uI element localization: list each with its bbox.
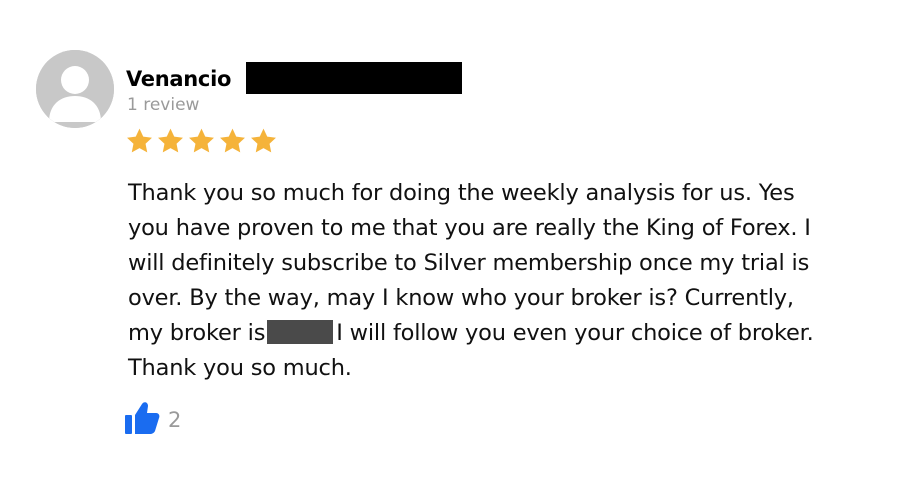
reviewer-name[interactable]: Venancio (126, 64, 231, 94)
review-text-segment: I will follow you even your choice of br… (336, 320, 814, 346)
like-count: 2 (168, 408, 182, 432)
star-icon (156, 126, 185, 158)
thumbs-up-icon[interactable] (124, 401, 160, 439)
star-icon (218, 126, 247, 158)
review-text-line: you have proven to me that you are reall… (128, 215, 811, 241)
review-text: Thank you so much for doing the weekly a… (128, 176, 888, 386)
review-text-line: my broker is I will follow you even your … (128, 316, 888, 351)
star-icon (249, 126, 278, 158)
star-icon (125, 126, 154, 158)
review-text-line: Thank you so much for doing the weekly a… (128, 180, 795, 206)
review-text-segment: my broker is (128, 320, 266, 346)
star-icon (187, 126, 216, 158)
star-rating (125, 126, 278, 158)
review-text-line: Thank you so much. (128, 355, 352, 381)
redacted-surname-block (246, 62, 462, 94)
person-icon (36, 50, 114, 128)
review-text-line: over. By the way, may I know who your br… (128, 285, 794, 311)
review-count: 1 review (127, 95, 200, 115)
like-row: 2 (124, 402, 181, 438)
review-text-line: will definitely subscribe to Silver memb… (128, 250, 810, 276)
avatar[interactable] (36, 50, 114, 128)
redacted-broker-block (267, 320, 334, 344)
